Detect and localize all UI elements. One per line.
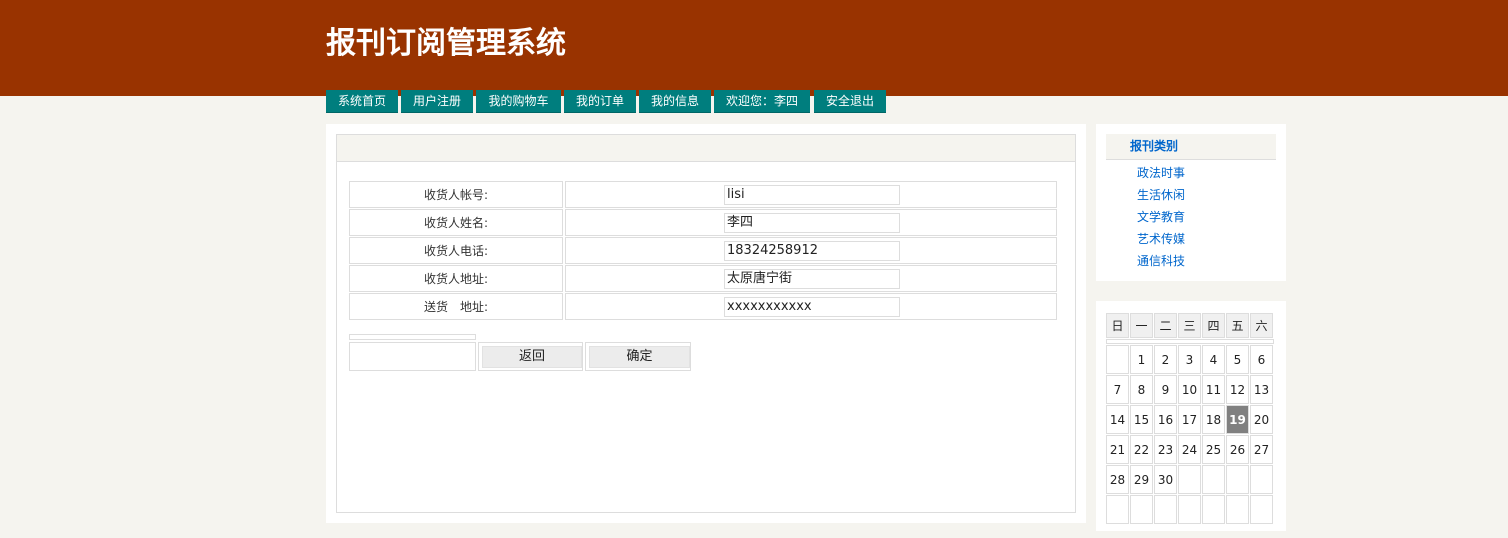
address-input[interactable]: 太原唐宁街 [724, 269, 900, 289]
address-label: 收货人地址: [349, 265, 563, 292]
calendar-day-cell[interactable]: 9 [1154, 375, 1177, 404]
calendar-day-cell[interactable]: 15 [1130, 405, 1153, 434]
name-input[interactable]: 李四 [724, 213, 900, 233]
calendar-day-cell[interactable]: 1 [1130, 345, 1153, 374]
category-title: 报刊类别 [1106, 134, 1276, 160]
phone-label: 收货人电话: [349, 237, 563, 264]
spacer-row [349, 334, 476, 340]
nav-home[interactable]: 系统首页 [326, 90, 398, 113]
calendar-weekday: 日 [1106, 313, 1129, 338]
nav-orders[interactable]: 我的订单 [564, 90, 636, 113]
calendar-weekday: 三 [1178, 313, 1201, 338]
category-link-lifestyle[interactable]: 生活休闲 [1137, 186, 1185, 203]
header: 报刊订阅管理系统 [0, 0, 1508, 96]
form-row-phone: 收货人电话: 18324258912 [349, 237, 1057, 264]
calendar-day-cell[interactable]: 12 [1226, 375, 1249, 404]
calendar-day-cell[interactable]: 23 [1154, 435, 1177, 464]
calendar-weekday: 六 [1250, 313, 1273, 338]
calendar-day-cell[interactable]: 20 [1250, 405, 1273, 434]
form-row-name: 收货人姓名: 李四 [349, 209, 1057, 236]
form-row-address: 收货人地址: 太原唐宁街 [349, 265, 1057, 292]
category-link-literature[interactable]: 文学教育 [1137, 208, 1185, 225]
calendar-day-cell [1106, 495, 1129, 524]
calendar-day-cell [1130, 495, 1153, 524]
calendar-day-cell[interactable]: 16 [1154, 405, 1177, 434]
phone-input[interactable]: 18324258912 [724, 241, 900, 261]
calendar-day-cell[interactable]: 22 [1130, 435, 1153, 464]
category-link-arts[interactable]: 艺术传媒 [1137, 230, 1185, 247]
calendar-day-cell[interactable]: 27 [1250, 435, 1273, 464]
delivery-address-label: 送货 地址: [349, 293, 563, 320]
calendar-day-cell [1154, 495, 1177, 524]
nav-logout[interactable]: 安全退出 [814, 90, 886, 113]
calendar-day-cell[interactable]: 10 [1178, 375, 1201, 404]
calendar-day-cell[interactable]: 6 [1250, 345, 1273, 374]
calendar-weekday: 二 [1154, 313, 1177, 338]
category-panel: 报刊类别 政法时事 生活休闲 文学教育 艺术传媒 通信科技 [1096, 124, 1286, 281]
calendar-day-cell [1178, 495, 1201, 524]
calendar-day-cell[interactable]: 17 [1178, 405, 1201, 434]
calendar-day-cell [1250, 465, 1273, 494]
order-form-box: 收货人帐号: lisi 收货人姓名: 李四 收货人电话: 18324258912… [336, 134, 1076, 513]
back-button[interactable]: 返回 [482, 346, 582, 368]
form-row-delivery-address: 送货 地址: xxxxxxxxxxx [349, 293, 1057, 320]
name-label: 收货人姓名: [349, 209, 563, 236]
form-row-account: 收货人帐号: lisi [349, 181, 1057, 208]
calendar-day-cell[interactable]: 7 [1106, 375, 1129, 404]
account-label: 收货人帐号: [349, 181, 563, 208]
calendar-weekday: 五 [1226, 313, 1249, 338]
empty-cell [349, 342, 476, 371]
calendar-day-cell[interactable]: 18 [1202, 405, 1225, 434]
calendar-day-cell[interactable]: 24 [1178, 435, 1201, 464]
calendar-day-cell [1178, 465, 1201, 494]
calendar-day-cell [1202, 495, 1225, 524]
calendar-day-cell [1106, 345, 1129, 374]
delivery-address-input[interactable]: xxxxxxxxxxx [724, 297, 900, 317]
nav-register[interactable]: 用户注册 [401, 90, 473, 113]
calendar-day-cell [1202, 465, 1225, 494]
calendar-day-cell[interactable]: 14 [1106, 405, 1129, 434]
calendar-day-cell[interactable]: 30 [1154, 465, 1177, 494]
calendar-weekday: 一 [1130, 313, 1153, 338]
calendar-today-cell[interactable]: 19 [1226, 405, 1249, 434]
calendar-day-cell[interactable]: 25 [1202, 435, 1225, 464]
calendar-day-cell[interactable]: 2 [1154, 345, 1177, 374]
calendar-day-cell[interactable]: 4 [1202, 345, 1225, 374]
calendar-day-cell[interactable]: 29 [1130, 465, 1153, 494]
calendar-day-cell[interactable]: 11 [1202, 375, 1225, 404]
nav-my-info[interactable]: 我的信息 [639, 90, 711, 113]
calendar-day-cell[interactable]: 28 [1106, 465, 1129, 494]
calendar-day-cell [1226, 465, 1249, 494]
category-link-tech[interactable]: 通信科技 [1137, 252, 1185, 269]
calendar-day-cell [1250, 495, 1273, 524]
calendar-weekday: 四 [1202, 313, 1225, 338]
calendar-separator [1106, 339, 1274, 344]
account-input[interactable]: lisi [724, 185, 900, 205]
category-link-politics[interactable]: 政法时事 [1137, 164, 1185, 181]
nav-welcome-user[interactable]: 欢迎您：李四 [714, 90, 810, 113]
calendar-panel: 日一二三四五六 1 2 3 4 5 6 7 8 9 10 11 12 13 14 15 16 17 18 19 20 21… [1096, 301, 1286, 531]
form-header-bar [337, 135, 1075, 162]
calendar-day-cell[interactable]: 3 [1178, 345, 1201, 374]
calendar-day-cell[interactable]: 26 [1226, 435, 1249, 464]
calendar-day-cell[interactable]: 13 [1250, 375, 1273, 404]
site-title: 报刊订阅管理系统 [326, 26, 566, 61]
nav-cart[interactable]: 我的购物车 [476, 90, 561, 113]
confirm-button[interactable]: 确定 [589, 346, 690, 368]
calendar-day-cell[interactable]: 8 [1130, 375, 1153, 404]
calendar-day-cell [1226, 495, 1249, 524]
calendar-day-cell[interactable]: 5 [1226, 345, 1249, 374]
main-panel: 收货人帐号: lisi 收货人姓名: 李四 收货人电话: 18324258912… [326, 124, 1086, 523]
calendar-day-cell[interactable]: 21 [1106, 435, 1129, 464]
